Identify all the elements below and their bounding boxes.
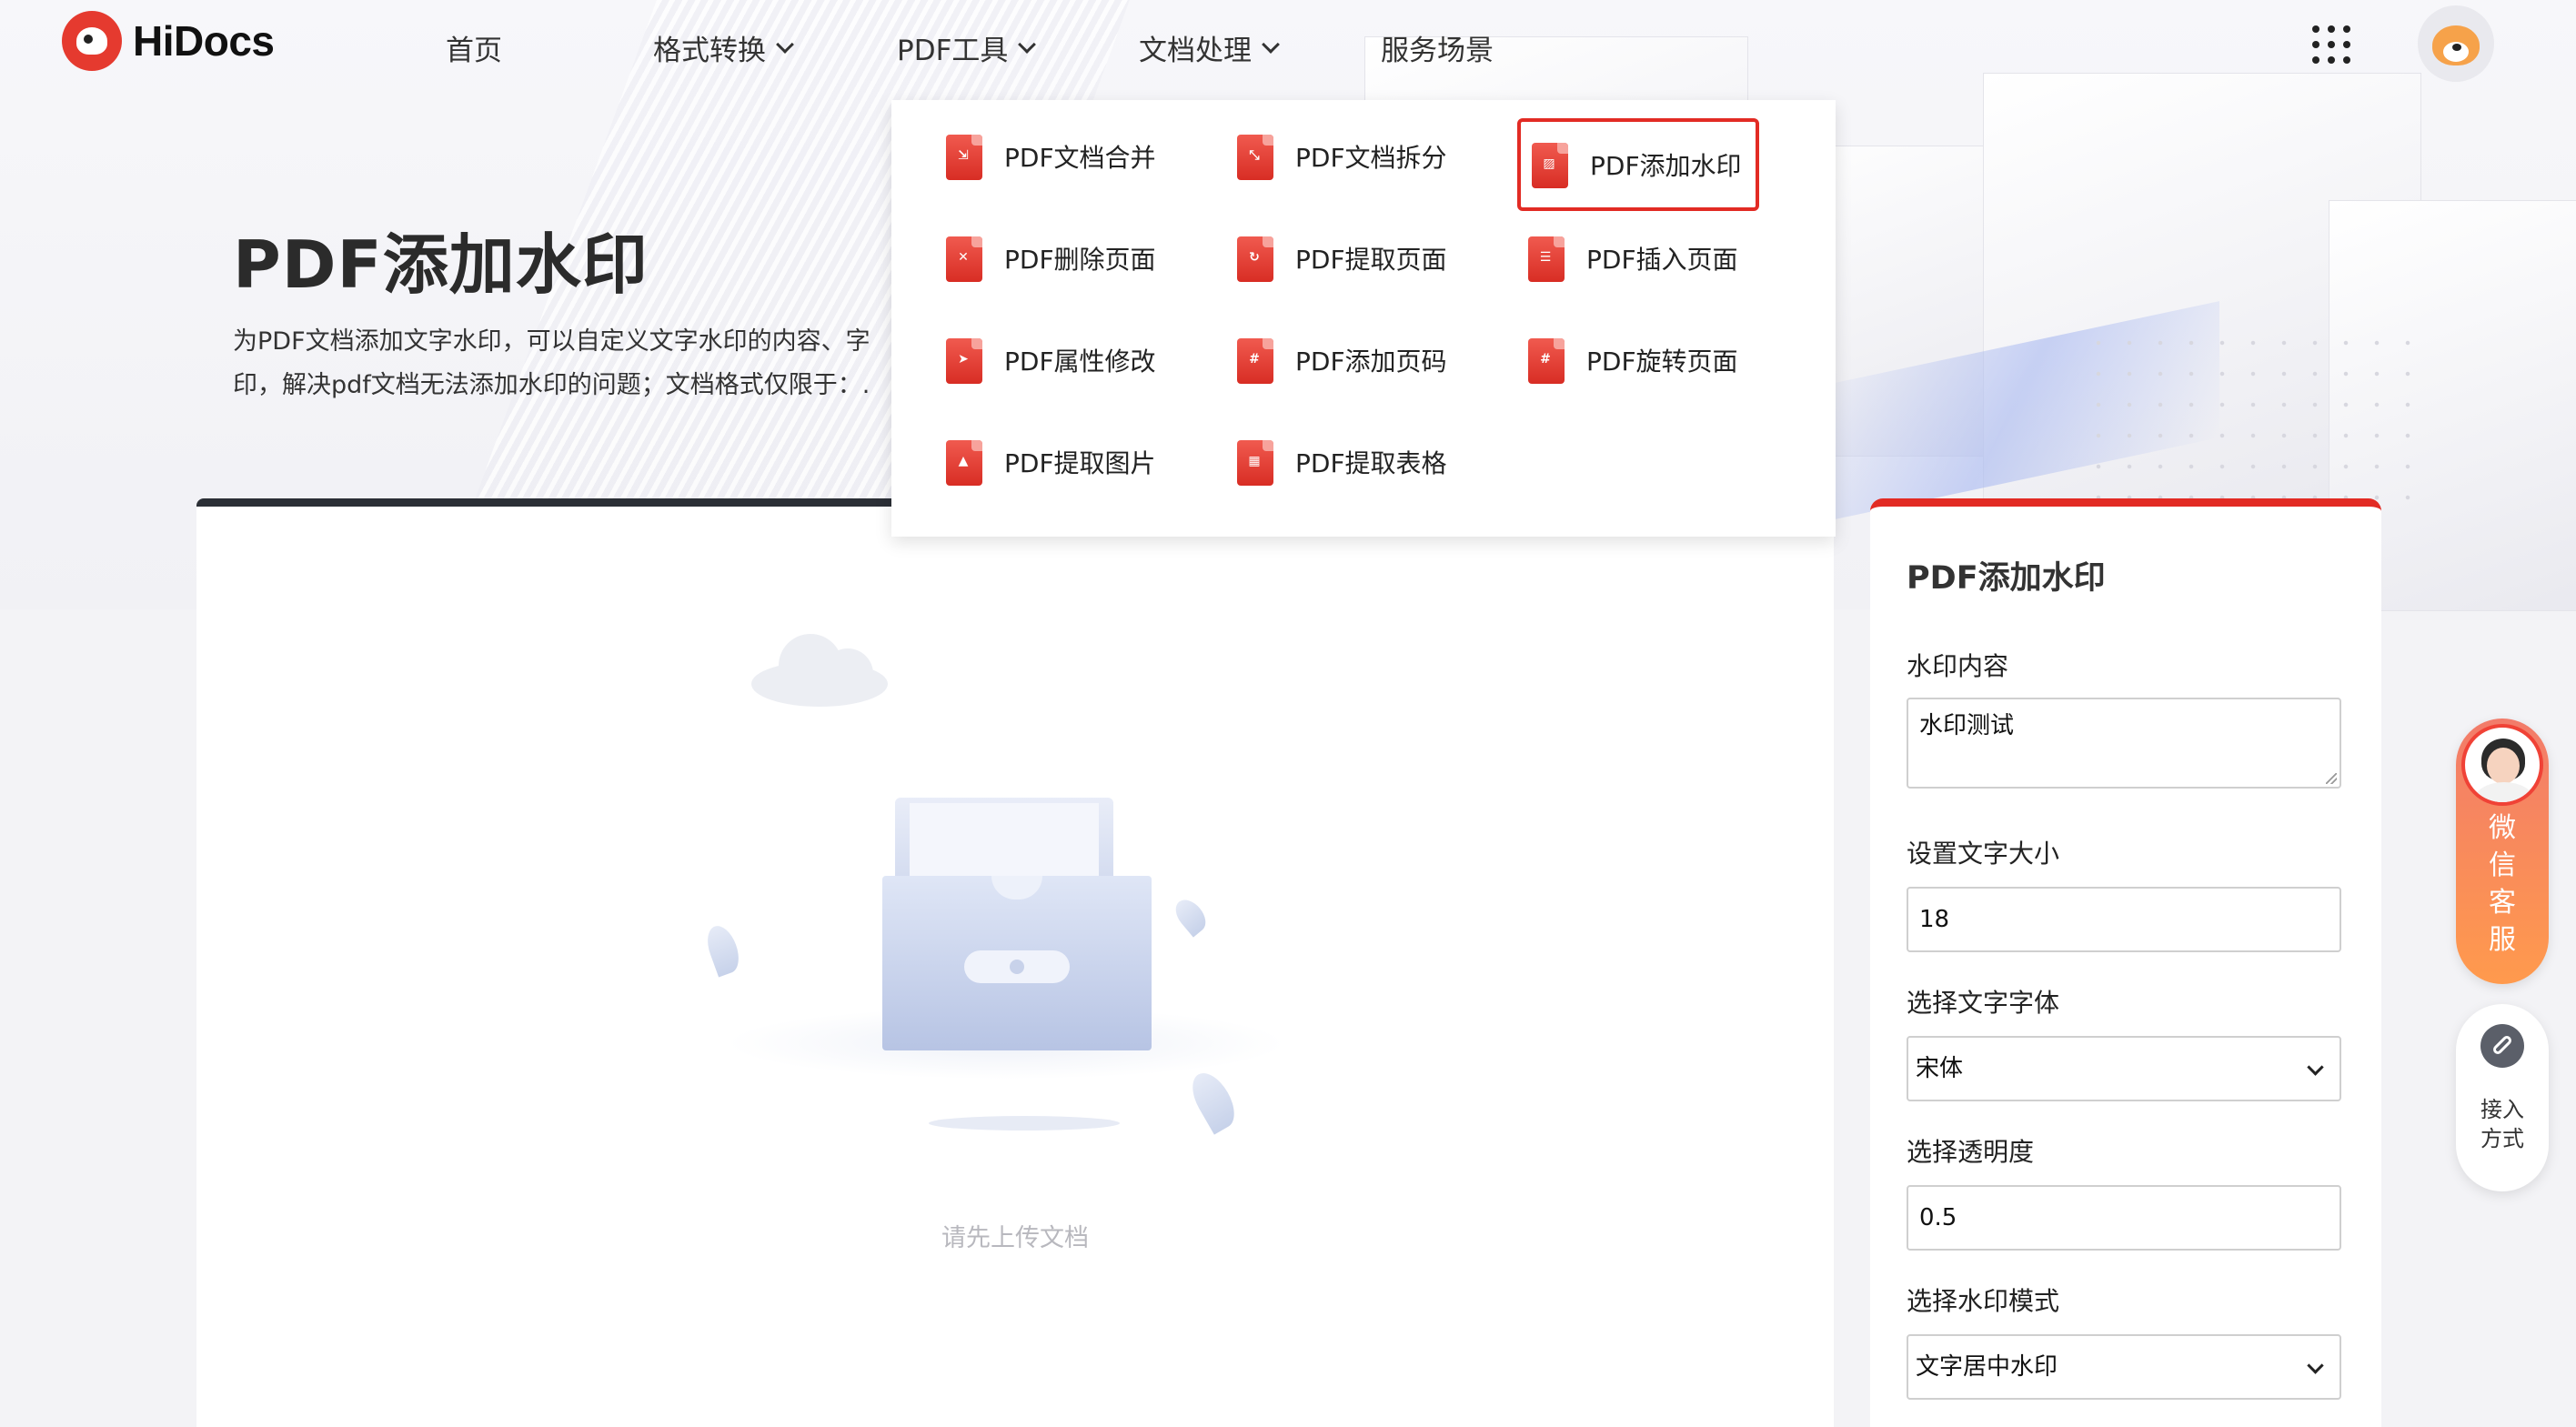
menu-item-pdf-insert-page[interactable]: ☰ PDF插入页面	[1474, 216, 1763, 300]
chevron-down-icon	[2307, 1357, 2324, 1374]
extract-page-icon: ↻	[1237, 233, 1277, 284]
apps-grid-icon[interactable]	[2312, 25, 2350, 64]
rotate-page-icon: #	[1528, 335, 1568, 386]
service-label: 微 信 客 服	[2489, 812, 2516, 956]
watermark-settings-panel: PDF添加水印 水印内容 水印测试 设置文字大小 18 选择文字字体 宋体 选择…	[1870, 498, 2381, 1427]
extract-table-icon: ▦	[1237, 437, 1277, 487]
extract-image-icon: ▲	[946, 437, 986, 487]
nav-service-scenes[interactable]: 服务场景	[1381, 27, 1494, 68]
logo-dog-icon	[62, 11, 122, 71]
menu-item-pdf-merge[interactable]: ⇲ PDF文档合并	[891, 115, 1181, 198]
wechat-service-button[interactable]: 微 信 客 服	[2456, 719, 2549, 984]
customer-service-avatar-icon	[2461, 724, 2543, 806]
delete-page-icon: ✕	[946, 233, 986, 284]
opacity-input[interactable]: 0.5	[1907, 1185, 2341, 1251]
chevron-down-icon	[2307, 1059, 2324, 1076]
logo[interactable]: HiDocs	[62, 11, 275, 71]
menu-item-pdf-extract-table[interactable]: ▦ PDF提取表格	[1182, 420, 1472, 504]
content-label: 水印内容	[1907, 651, 2009, 681]
panel-title: PDF添加水印	[1907, 560, 2106, 597]
empty-box-illustration	[701, 625, 1288, 1152]
pdf-tools-dropdown: ⇲ PDF文档合并 ⤡ PDF文档拆分 ▨ PDF添加水印 ✕ PDF删除页面 …	[891, 100, 1836, 537]
menu-item-pdf-split[interactable]: ⤡ PDF文档拆分	[1182, 115, 1472, 198]
menu-item-pdf-page-number[interactable]: # PDF添加页码	[1182, 318, 1472, 402]
chevron-down-icon	[1018, 35, 1037, 54]
opacity-label: 选择透明度	[1907, 1137, 2035, 1167]
access-method-button[interactable]: 接入 方式	[2456, 1004, 2549, 1191]
nav-pdf-tools[interactable]: PDF工具	[897, 27, 1037, 68]
chevron-down-icon	[1262, 35, 1280, 54]
cloud-icon	[751, 625, 897, 707]
font-size-label: 设置文字大小	[1907, 839, 2060, 869]
watermark-content-textarea[interactable]: 水印测试	[1907, 698, 2341, 789]
font-family-label: 选择文字字体	[1907, 988, 2060, 1018]
access-label: 接入 方式	[2480, 1097, 2524, 1151]
nav-home[interactable]: 首页	[446, 27, 502, 68]
watermark-icon: ▨	[1532, 139, 1572, 190]
properties-icon: ➤	[946, 335, 986, 386]
menu-item-pdf-properties[interactable]: ➤ PDF属性修改	[891, 318, 1181, 402]
menu-item-pdf-watermark[interactable]: ▨ PDF添加水印	[1517, 118, 1759, 211]
page-number-icon: #	[1237, 335, 1277, 386]
page-description: 为PDF文档添加文字水印，可以自定义文字水印的内容、字 印，解决pdf文档无法添…	[233, 327, 870, 399]
empty-upload-text: 请先上传文档	[941, 1224, 1089, 1252]
upload-area[interactable]: 请先上传文档	[196, 498, 1834, 1427]
nav-format-convert[interactable]: 格式转换	[653, 27, 794, 68]
insert-page-icon: ☰	[1528, 233, 1568, 284]
user-avatar[interactable]	[2418, 5, 2494, 82]
merge-icon: ⇲	[946, 131, 986, 182]
font-family-select[interactable]: 宋体	[1907, 1036, 2341, 1101]
font-size-input[interactable]: 18	[1907, 887, 2341, 952]
mode-label: 选择水印模式	[1907, 1286, 2060, 1316]
watermark-mode-select[interactable]: 文字居中水印	[1907, 1334, 2341, 1400]
menu-item-pdf-delete-page[interactable]: ✕ PDF删除页面	[891, 216, 1181, 300]
nav-doc-processing[interactable]: 文档处理	[1139, 27, 1280, 68]
link-icon	[2480, 1024, 2524, 1068]
menu-item-pdf-extract-image[interactable]: ▲ PDF提取图片	[891, 420, 1181, 504]
split-icon: ⤡	[1237, 131, 1277, 182]
top-header: HiDocs 首页 格式转换 PDF工具 文档处理 服务场景	[0, 0, 2576, 91]
logo-text: HiDocs	[133, 17, 275, 65]
chevron-down-icon	[776, 35, 794, 54]
menu-item-pdf-rotate[interactable]: # PDF旋转页面	[1474, 318, 1763, 402]
menu-item-pdf-extract-page[interactable]: ↻ PDF提取页面	[1182, 216, 1472, 300]
page-title: PDF添加水印	[233, 226, 649, 303]
